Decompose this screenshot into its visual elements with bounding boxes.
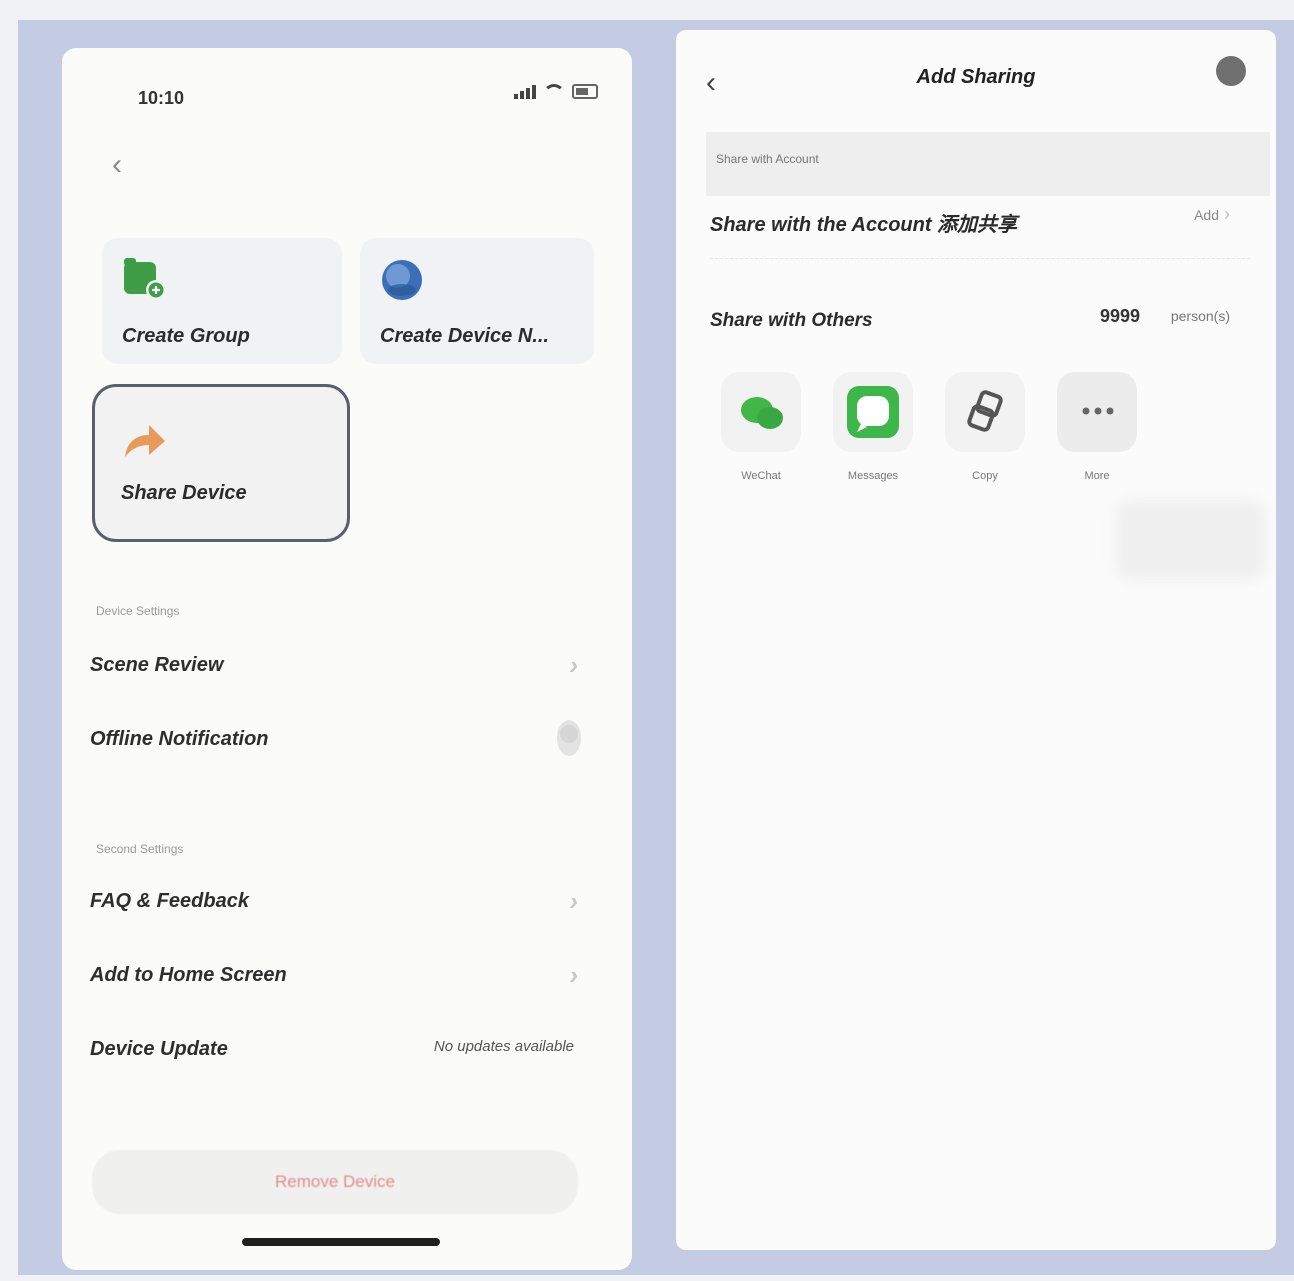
share-arrow-icon xyxy=(125,425,165,457)
share-with-others-row: Share with Others 9999 person(s) xyxy=(710,306,1250,332)
share-option-messages[interactable]: Messages xyxy=(830,372,916,482)
settings-row[interactable]: FAQ & Feedback › xyxy=(90,886,602,916)
update-status: No updates available xyxy=(433,1038,574,1055)
share-device-label: Share Device xyxy=(121,482,247,504)
settings-row[interactable]: Device Update No updates available xyxy=(90,1038,602,1061)
help-icon[interactable] xyxy=(1216,56,1246,86)
status-time: 10:10 xyxy=(138,88,185,108)
share-device-card[interactable]: Share Device xyxy=(92,384,350,542)
row-label: Device Update xyxy=(90,1038,228,1060)
section-header: Share with Account xyxy=(706,132,1270,196)
remove-device-button[interactable]: Remove Device xyxy=(92,1150,578,1214)
signal-icon xyxy=(514,85,536,99)
faded-overlay xyxy=(1116,500,1266,580)
row-label: Offline Notification xyxy=(90,728,269,750)
home-indicator xyxy=(242,1238,440,1246)
row-label: FAQ & Feedback xyxy=(90,890,249,912)
chevron-right-icon: › xyxy=(569,886,578,916)
row-label: Add to Home Screen xyxy=(90,964,287,986)
create-device-label: Create Device N... xyxy=(380,325,549,347)
device-settings-screen: 10:10 ‹ Create Group Create Device N... xyxy=(62,48,632,1270)
chevron-right-icon: › xyxy=(569,650,578,680)
share-option-label: More xyxy=(1084,470,1110,482)
back-button[interactable]: ‹ xyxy=(112,148,122,182)
battery-icon xyxy=(572,84,598,99)
share-option-more[interactable]: More xyxy=(1054,372,1140,482)
share-option-wechat[interactable]: WeChat xyxy=(718,372,804,482)
more-icon xyxy=(1082,407,1114,415)
share-count: 9999 xyxy=(1099,306,1140,326)
copy-icon xyxy=(967,390,1003,432)
share-tile xyxy=(721,372,801,452)
messages-icon xyxy=(847,386,899,438)
page-title: Add Sharing xyxy=(916,66,1036,88)
share-tile xyxy=(945,372,1025,452)
share-with-others-label: Share with Others xyxy=(710,310,873,331)
share-option-label: Messages xyxy=(847,470,899,482)
share-count-unit: person(s) xyxy=(1170,308,1230,324)
globe-icon xyxy=(382,260,422,300)
section-title-second: Second Settings xyxy=(96,842,184,856)
status-icons xyxy=(514,84,598,99)
share-with-account-label: Share with the Account 添加共享 xyxy=(710,214,1018,236)
share-tile xyxy=(833,372,913,452)
share-with-account-row[interactable]: Share with the Account 添加共享 Add xyxy=(710,207,1250,237)
settings-row[interactable]: Add to Home Screen › xyxy=(90,960,602,990)
divider xyxy=(710,258,1250,259)
create-group-label: Create Group xyxy=(122,325,250,347)
group-icon xyxy=(124,258,166,300)
share-option-label: WeChat xyxy=(741,470,781,482)
add-link[interactable]: Add xyxy=(1194,204,1230,225)
wechat-icon xyxy=(741,397,783,429)
create-group-card[interactable]: Create Group xyxy=(102,238,342,364)
settings-row[interactable]: Scene Review › xyxy=(90,650,602,680)
wifi-icon xyxy=(543,84,565,99)
share-option-copy[interactable]: Copy xyxy=(942,372,1028,482)
settings-row[interactable]: Offline Notification xyxy=(90,720,602,756)
row-label: Scene Review xyxy=(90,654,224,676)
create-device-card[interactable]: Create Device N... xyxy=(360,238,594,364)
chevron-right-icon: › xyxy=(569,960,578,990)
share-option-label: Copy xyxy=(972,470,998,482)
share-tile xyxy=(1057,372,1137,452)
section-header-label: Share with Account xyxy=(716,152,819,166)
add-sharing-screen: ‹ Add Sharing Share with Account Share w… xyxy=(676,30,1276,1250)
section-title-device: Device Settings xyxy=(96,604,180,618)
toggle-icon[interactable] xyxy=(550,712,588,764)
